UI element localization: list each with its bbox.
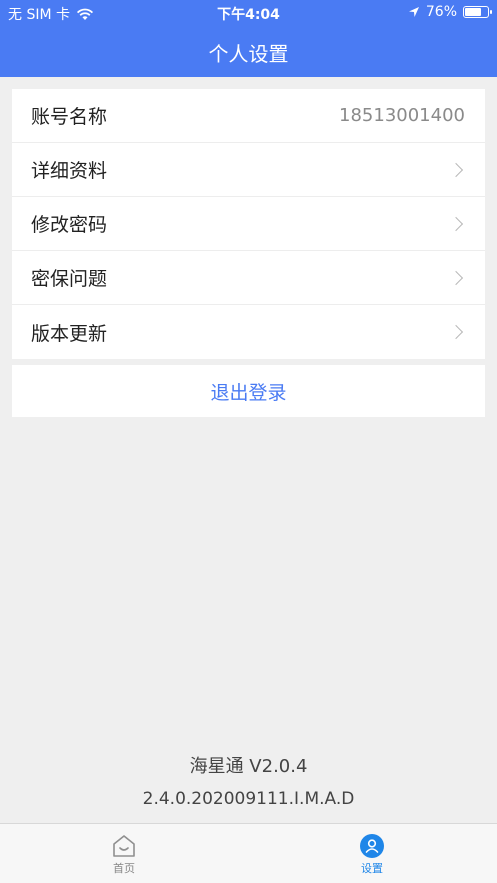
chevron-right-icon [448, 162, 464, 177]
logout-button[interactable]: 退出登录 [12, 365, 485, 417]
tab-home[interactable]: 首页 [64, 824, 184, 883]
chevron-right-icon [448, 270, 464, 285]
row-change-password[interactable]: 修改密码 [12, 197, 485, 251]
header: 无 SIM 卡 下午4:04 76% 个人设置 [0, 0, 497, 77]
row-label: 详细资料 [31, 160, 108, 182]
tab-settings[interactable]: 设置 [312, 824, 432, 883]
settings-list: 账号名称 18513001400 详细资料 修改密码 密保问题 版本更新 [12, 89, 485, 359]
row-version-update[interactable]: 版本更新 [12, 305, 485, 359]
row-label: 版本更新 [31, 322, 108, 345]
tab-label: 首页 [113, 862, 135, 875]
row-label: 修改密码 [31, 214, 108, 236]
chevron-right-icon [448, 324, 464, 340]
tab-bar: 首页 设置 [0, 823, 497, 883]
home-icon [113, 835, 135, 857]
chevron-right-icon [448, 216, 464, 231]
user-icon [360, 834, 384, 858]
row-label: 账号名称 [31, 106, 108, 128]
row-security-questions[interactable]: 密保问题 [12, 251, 485, 305]
row-label: 密保问题 [31, 268, 108, 290]
account-number: 18513001400 [339, 105, 465, 126]
tab-label: 设置 [361, 862, 383, 875]
app-version: 海星通 V2.0.4 [189, 756, 308, 777]
battery-percent: 76% [425, 4, 457, 20]
row-profile-details[interactable]: 详细资料 [12, 143, 485, 197]
build-number: 2.4.0.202009111.I.M.A.D [142, 789, 355, 809]
status-bar: 无 SIM 卡 下午4:04 76% [0, 0, 497, 26]
battery-fill [465, 8, 481, 16]
row-account-name: 账号名称 18513001400 [12, 89, 485, 143]
location-arrow-icon [408, 7, 419, 17]
battery-icon [463, 6, 492, 18]
page-title: 个人设置 [208, 42, 289, 66]
